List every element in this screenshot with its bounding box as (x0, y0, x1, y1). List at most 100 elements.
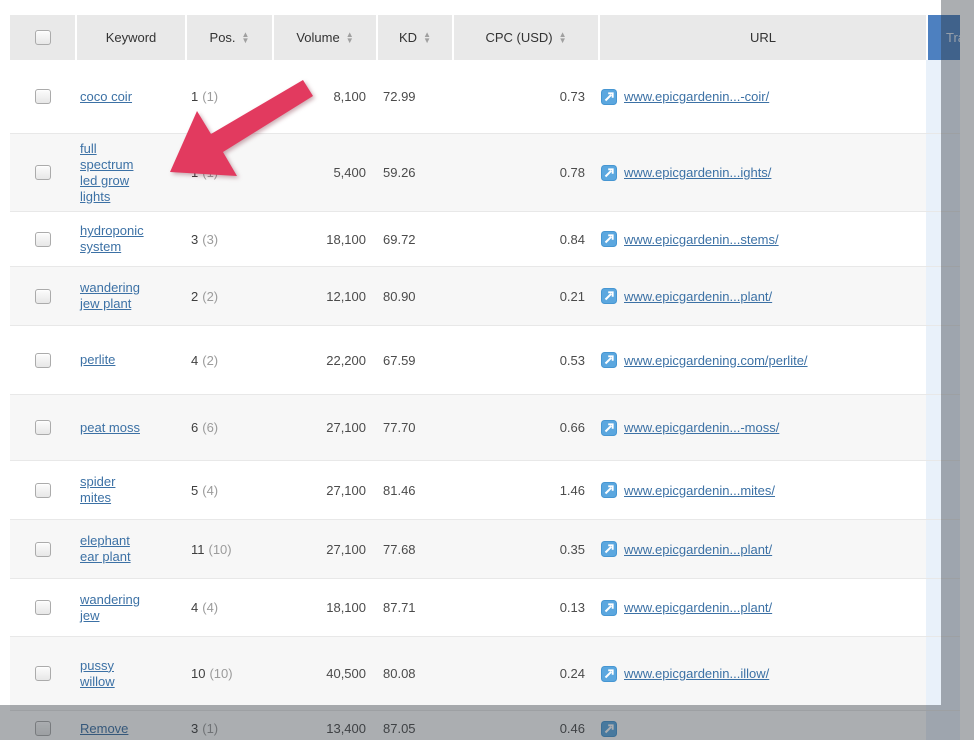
keyword-link[interactable]: elephant ear plant (80, 533, 143, 565)
url-link[interactable]: www.epicgardening.com/perlite/ (624, 353, 808, 368)
external-link-icon[interactable] (601, 89, 617, 105)
url-link[interactable]: www.epicgardenin...-moss/ (624, 420, 779, 435)
kd-value: 67.59 (376, 326, 452, 394)
position-value: 4 (191, 600, 198, 615)
position-cell: 3 (3) (185, 212, 272, 266)
url-cell: www.epicgardenin...stems/ (598, 212, 926, 266)
row-checkbox[interactable] (35, 353, 51, 368)
row-checkbox[interactable] (35, 542, 51, 557)
keyword-link[interactable]: wandering jew (80, 592, 143, 624)
url-link[interactable]: www.epicgardenin...illow/ (624, 666, 769, 681)
position-value: 2 (191, 289, 198, 304)
external-link-icon[interactable] (601, 721, 617, 737)
volume-value: 12,100 (272, 267, 376, 325)
keyword-cell: perlite (75, 326, 185, 394)
kd-value: 81.46 (376, 461, 452, 519)
position-cell: 4 (2) (185, 326, 272, 394)
row-checkbox[interactable] (35, 420, 51, 435)
table-row: peat moss 6 (6) 27,100 77.70 0.66 www.ep… (10, 394, 960, 460)
volume-value: 27,100 (272, 395, 376, 460)
external-link-icon[interactable] (601, 288, 617, 304)
keyword-cell: elephant ear plant (75, 520, 185, 578)
volume-value: 5,400 (272, 134, 376, 211)
position-value: 3 (191, 721, 198, 736)
table-row: wandering jew plant 2 (2) 12,100 80.90 0… (10, 266, 960, 325)
position-previous-value: (3) (202, 232, 218, 247)
external-link-icon[interactable] (601, 420, 617, 436)
external-link-icon[interactable] (601, 231, 617, 247)
column-header-label: CPC (USD) (485, 30, 552, 45)
row-checkbox[interactable] (35, 289, 51, 304)
cpc-value: 0.73 (452, 60, 598, 133)
traffic-cell (926, 711, 960, 740)
url-link[interactable]: www.epicgardenin...plant/ (624, 289, 772, 304)
row-checkbox[interactable] (35, 232, 51, 247)
keyword-link[interactable]: wandering jew plant (80, 280, 143, 312)
position-cell: 5 (4) (185, 461, 272, 519)
row-checkbox[interactable] (35, 600, 51, 615)
traffic-cell (926, 60, 960, 133)
url-link[interactable]: www.epicgardenin...stems/ (624, 232, 779, 247)
position-previous-value: (1) (202, 165, 218, 180)
column-header-label: Pos. (210, 30, 236, 45)
cpc-value: 0.78 (452, 134, 598, 211)
keyword-cell: wandering jew (75, 579, 185, 636)
kd-value: 80.08 (376, 637, 452, 710)
external-link-icon[interactable] (601, 541, 617, 557)
volume-value: 27,100 (272, 461, 376, 519)
position-previous-value: (4) (202, 483, 218, 498)
position-value: 10 (191, 666, 205, 681)
keyword-link[interactable]: peat moss (80, 420, 140, 436)
url-link[interactable]: www.epicgardenin...plant/ (624, 600, 772, 615)
row-checkbox-cell (10, 212, 75, 266)
volume-value: 27,100 (272, 520, 376, 578)
cpc-value: 1.46 (452, 461, 598, 519)
keyword-link[interactable]: pussy willow (80, 658, 143, 690)
column-header-label: URL (750, 30, 776, 45)
position-value: 1 (191, 89, 198, 104)
position-cell: 4 (4) (185, 579, 272, 636)
keyword-link[interactable]: Remove (80, 721, 128, 737)
volume-value: 22,200 (272, 326, 376, 394)
row-checkbox[interactable] (35, 483, 51, 498)
external-link-icon[interactable] (601, 482, 617, 498)
external-link-icon[interactable] (601, 600, 617, 616)
row-checkbox[interactable] (35, 89, 51, 104)
row-checkbox-cell (10, 267, 75, 325)
column-header-cpc[interactable]: CPC (USD) ▲▼ (452, 15, 598, 60)
kd-value: 77.70 (376, 395, 452, 460)
position-previous-value: (2) (202, 353, 218, 368)
keyword-link[interactable]: coco coir (80, 89, 132, 105)
column-header-volume[interactable]: Volume ▲▼ (272, 15, 376, 60)
keyword-link[interactable]: hydroponic system (80, 223, 144, 255)
url-cell: www.epicgardenin...plant/ (598, 267, 926, 325)
row-checkbox[interactable] (35, 666, 51, 681)
row-checkbox[interactable] (35, 165, 51, 180)
position-previous-value: (6) (202, 420, 218, 435)
kd-value: 87.05 (376, 711, 452, 740)
url-link[interactable]: www.epicgardenin...mites/ (624, 483, 775, 498)
row-checkbox-cell (10, 711, 75, 740)
row-checkbox-cell (10, 637, 75, 710)
column-header-pos[interactable]: Pos. ▲▼ (185, 15, 272, 60)
keyword-link[interactable]: perlite (80, 352, 115, 368)
column-header-kd[interactable]: KD ▲▼ (376, 15, 452, 60)
position-value: 11 (191, 542, 205, 557)
keyword-link[interactable]: spider mites (80, 474, 143, 506)
row-checkbox[interactable] (35, 721, 51, 736)
url-cell: www.epicgardenin...plant/ (598, 579, 926, 636)
external-link-icon[interactable] (601, 352, 617, 368)
cpc-value: 0.53 (452, 326, 598, 394)
column-header-traffic[interactable]: Tra (926, 15, 960, 60)
external-link-icon[interactable] (601, 666, 617, 682)
table-row: wandering jew 4 (4) 18,100 87.71 0.13 ww… (10, 578, 960, 636)
url-link[interactable]: www.epicgardenin...plant/ (624, 542, 772, 557)
cpc-value: 0.13 (452, 579, 598, 636)
position-cell: 2 (2) (185, 267, 272, 325)
url-link[interactable]: www.epicgardenin...-coir/ (624, 89, 769, 104)
volume-value: 18,100 (272, 212, 376, 266)
external-link-icon[interactable] (601, 165, 617, 181)
keyword-link[interactable]: full spectrum led grow lights (80, 141, 143, 205)
url-link[interactable]: www.epicgardenin...ights/ (624, 165, 771, 180)
select-all-checkbox[interactable] (35, 30, 51, 45)
